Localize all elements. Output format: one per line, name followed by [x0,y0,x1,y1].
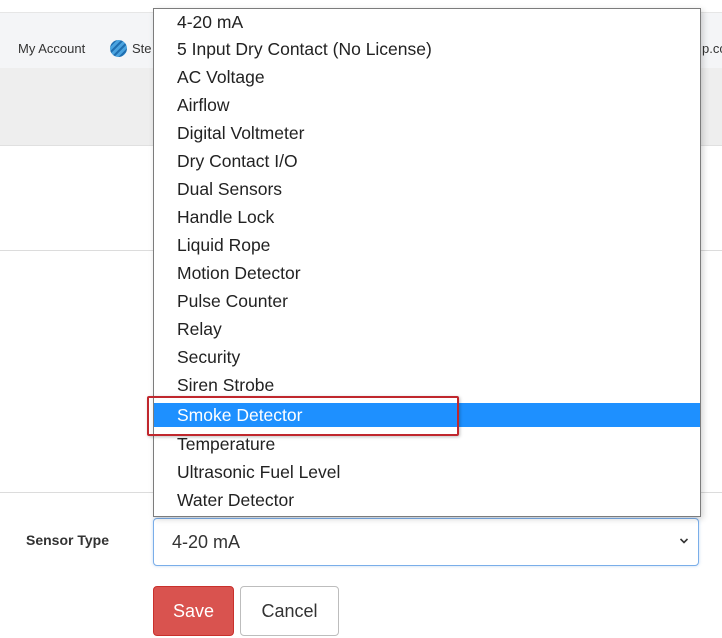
dropdown-option[interactable]: Airflow [154,93,700,117]
dropdown-option[interactable]: Ultrasonic Fuel Level [154,460,700,484]
sensor-type-select[interactable]: 4-20 mA [153,518,699,566]
dropdown-option[interactable]: Water Detector [154,488,700,512]
dropdown-option[interactable]: AC Voltage [154,65,700,89]
cancel-button[interactable]: Cancel [240,586,339,636]
dropdown-option[interactable]: Handle Lock [154,205,700,229]
dropdown-option[interactable]: 5 Input Dry Contact (No License) [154,37,700,61]
dropdown-option[interactable]: Security [154,345,700,369]
sensor-type-dropdown-list[interactable]: 4-20 mA 5 Input Dry Contact (No License)… [153,8,701,517]
sensor-type-label: Sensor Type [26,532,109,548]
dropdown-option[interactable]: Dual Sensors [154,177,700,201]
sensor-type-selected-value: 4-20 mA [172,532,241,552]
dropdown-option[interactable]: Pulse Counter [154,289,700,313]
dropdown-option[interactable]: 4-20 mA [154,10,700,34]
dropdown-option[interactable]: Liquid Rope [154,233,700,257]
steam-icon [110,40,127,57]
bookmark-right-truncated[interactable]: p.cc [702,41,722,56]
dropdown-option[interactable]: Dry Contact I/O [154,149,700,173]
dropdown-option[interactable]: Motion Detector [154,261,700,285]
annotation-highlight-box [147,396,459,436]
bookmark-my-account[interactable]: My Account [18,41,85,56]
dropdown-option[interactable]: Digital Voltmeter [154,121,700,145]
bookmark-steam[interactable]: Ste [132,41,152,56]
dropdown-option[interactable]: Relay [154,317,700,341]
chevron-down-icon [680,538,688,544]
dropdown-option[interactable]: Siren Strobe [154,373,700,397]
save-button[interactable]: Save [153,586,234,636]
